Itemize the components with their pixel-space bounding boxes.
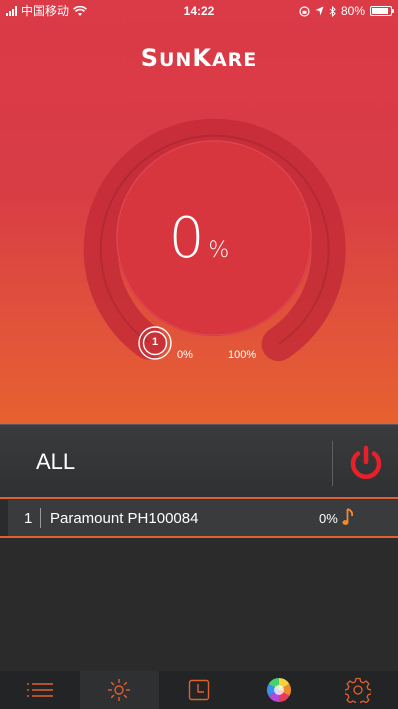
device-index: 1 [24, 510, 33, 527]
dial-value-number: 0 [168, 206, 205, 271]
list-icon [26, 683, 53, 697]
dial-knob-number: 1 [151, 336, 159, 348]
device-row[interactable]: 1 Paramount PH100084 0% [8, 500, 398, 536]
tab-settings[interactable] [318, 671, 398, 709]
device-percent: 0% [319, 511, 338, 526]
clock-icon [188, 679, 210, 701]
tab-timer[interactable] [159, 671, 239, 709]
dial-value-unit: % [208, 238, 230, 263]
power-icon[interactable] [348, 445, 384, 481]
group-label: ALL [36, 449, 76, 474]
tab-list[interactable] [0, 671, 80, 709]
device-name: Paramount PH100084 [50, 510, 199, 527]
device-underline [0, 536, 398, 538]
device-separator [40, 508, 41, 528]
music-note-icon[interactable] [342, 506, 356, 528]
dial-value: 0% [0, 206, 398, 271]
gear-icon [345, 677, 372, 703]
group-all-row[interactable]: ALL [0, 424, 398, 500]
dial-min-label: 0% [177, 349, 193, 361]
group-divider [332, 441, 333, 486]
tab-bar [0, 671, 398, 709]
group-underline [0, 497, 398, 499]
dial-max-label: 100% [228, 349, 257, 361]
hero-panel: 中国移动 14:22 80% SUNKARE 0 % 1 0% 100% [0, 0, 398, 424]
sun-icon [108, 679, 131, 701]
tab-brightness[interactable] [79, 671, 160, 709]
color-wheel-icon [266, 678, 291, 702]
tab-color[interactable] [239, 671, 319, 709]
